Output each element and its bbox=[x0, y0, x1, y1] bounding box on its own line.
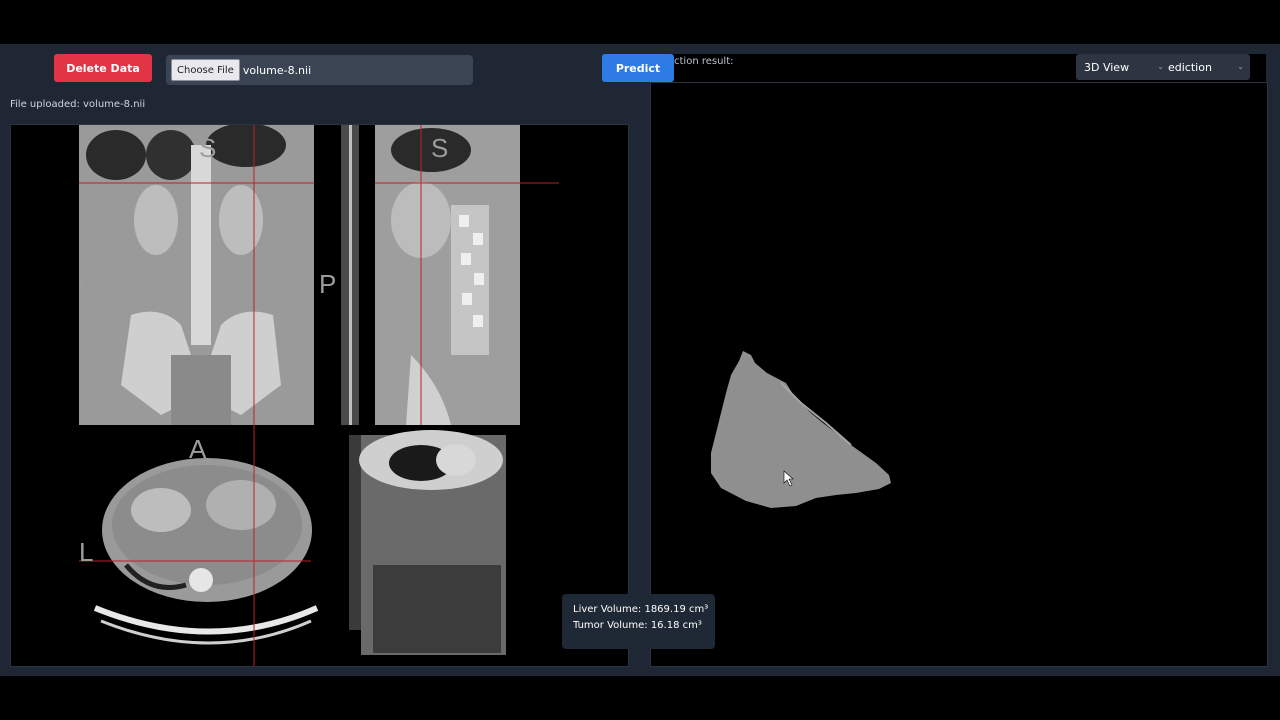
tumor-volume-text: Tumor Volume: 16.18 cm³ bbox=[573, 620, 702, 631]
volume-tooltip: Liver Volume: 1869.19 cm³ Tumor Volume: … bbox=[562, 594, 715, 649]
liver-volume-text: Liver Volume: 1869.19 cm³ bbox=[573, 604, 709, 615]
view-mode-value: 3D View bbox=[1084, 60, 1130, 74]
chevron-down-icon: ⌄ bbox=[1157, 62, 1164, 71]
axial-orientation-left: L bbox=[79, 537, 93, 567]
volume-render-view[interactable] bbox=[349, 430, 506, 655]
view-mode-select[interactable]: 3D View ⌄ bbox=[1076, 54, 1170, 80]
selected-file-name: volume-8.nii bbox=[242, 63, 312, 77]
file-input[interactable]: Choose File volume-8.nii bbox=[166, 55, 473, 85]
app-window: Delete Data Choose File volume-8.nii Fil… bbox=[0, 44, 1280, 676]
ct-viewer-panel[interactable]: S L S P A L bbox=[10, 124, 629, 667]
sagittal-orientation-left: P bbox=[319, 269, 336, 299]
axial-orientation-top: A bbox=[189, 434, 207, 464]
predict-button[interactable]: Predict bbox=[602, 54, 674, 82]
delete-data-button[interactable]: Delete Data bbox=[54, 54, 152, 82]
axial-view[interactable] bbox=[93, 458, 319, 645]
sagittal-orientation-top: S bbox=[431, 133, 448, 163]
prediction-result-label: ction result: bbox=[674, 56, 734, 67]
prediction-3d-viewer[interactable] bbox=[650, 82, 1268, 667]
liver-3d-model[interactable] bbox=[711, 351, 891, 508]
upload-status: File uploaded: volume-8.nii bbox=[10, 99, 146, 110]
panel-divider bbox=[627, 96, 650, 665]
coronal-view[interactable] bbox=[79, 125, 314, 425]
prediction-mode-select[interactable]: ediction ⌄ bbox=[1166, 54, 1250, 80]
chevron-down-icon: ⌄ bbox=[1237, 62, 1244, 71]
sagittal-view[interactable] bbox=[341, 125, 520, 425]
coronal-orientation-left: L bbox=[79, 269, 93, 299]
coronal-orientation-top: S bbox=[199, 133, 216, 163]
choose-file-button[interactable]: Choose File bbox=[171, 59, 240, 81]
prediction-mode-value: ediction bbox=[1168, 60, 1212, 74]
